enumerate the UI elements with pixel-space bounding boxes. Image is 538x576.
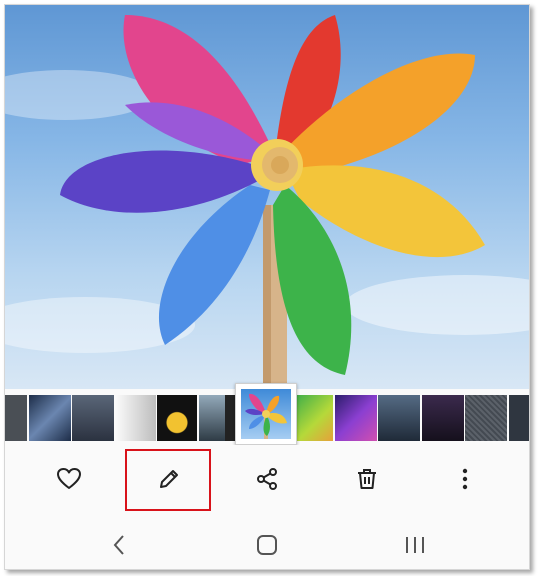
thumb-3[interactable] (72, 395, 115, 441)
thumb-9[interactable] (334, 395, 377, 441)
thumb-4[interactable] (115, 395, 156, 441)
thumb-1[interactable] (5, 395, 27, 441)
thumb-2[interactable] (28, 395, 71, 441)
thumb-10[interactable] (378, 395, 421, 441)
edit-highlight-box (125, 449, 211, 511)
thumb-5[interactable] (157, 395, 198, 441)
pinwheel-photo (5, 15, 529, 389)
thumb-11[interactable] (421, 395, 464, 441)
share-icon (257, 468, 277, 490)
home-square-icon (257, 535, 277, 555)
share-button[interactable] (243, 455, 291, 503)
trash-icon (358, 469, 376, 489)
photo-viewer[interactable] (5, 5, 529, 389)
thumb-13[interactable] (508, 395, 529, 441)
system-navigation-bar (5, 517, 529, 569)
delete-button[interactable] (343, 455, 391, 503)
recents-icon (406, 537, 424, 553)
screen-frame (4, 4, 530, 570)
back-nav-button[interactable] (99, 527, 139, 563)
thumb-7-selected[interactable] (235, 383, 297, 445)
heart-icon (57, 468, 81, 489)
more-button[interactable] (441, 455, 489, 503)
more-vertical-icon (462, 468, 468, 490)
home-nav-button[interactable] (247, 527, 287, 563)
thumb-6[interactable] (198, 395, 225, 441)
chevron-left-icon (113, 535, 124, 555)
recents-nav-button[interactable] (395, 527, 435, 563)
pinwheel-thumbnail (245, 393, 287, 439)
favorite-button[interactable] (45, 455, 93, 503)
photo-action-bar (5, 445, 529, 517)
thumb-12[interactable] (465, 395, 508, 441)
